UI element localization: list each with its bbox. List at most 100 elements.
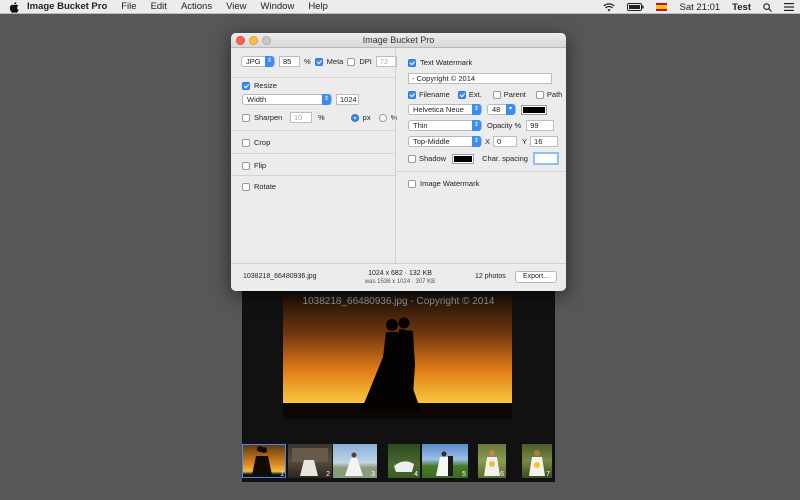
divider: [231, 153, 395, 154]
divider: [231, 77, 395, 78]
text-watermark-checkbox[interactable]: [408, 58, 416, 67]
px-radio-label: px: [362, 113, 371, 122]
quality-field[interactable]: 85: [279, 56, 300, 67]
preview-photo: [283, 295, 512, 419]
list-icon[interactable]: [784, 3, 794, 11]
dpi-checkbox[interactable]: [347, 57, 356, 66]
opacity-field[interactable]: 99: [526, 120, 555, 131]
main-window: Image Bucket Pro JPG ⇕ 85 % Meta DPI 72 R…: [231, 33, 566, 291]
menu-help[interactable]: Help: [308, 1, 328, 12]
thumbnail-3[interactable]: 3: [333, 444, 377, 478]
ext-checkbox[interactable]: [457, 90, 466, 99]
battery-icon[interactable]: [627, 3, 644, 11]
chevron-updown-icon: ⇕: [322, 94, 331, 105]
output-dimensions: 1024 x 682 · 132 KB: [368, 270, 432, 277]
opacity-label: Opacity %: [487, 121, 522, 130]
wifi-icon[interactable]: [603, 2, 616, 12]
user-name[interactable]: Test: [732, 2, 751, 13]
menu-actions[interactable]: Actions: [181, 1, 212, 12]
y-label: Y: [522, 137, 528, 146]
x-field[interactable]: 0: [493, 136, 518, 147]
ext-label: Ext.: [468, 90, 482, 99]
zoom-button[interactable]: [262, 36, 271, 45]
char-spacing-field[interactable]: [532, 152, 559, 165]
font-popup[interactable]: Helvetica Neue ⇕: [408, 104, 482, 115]
watermark-settings-panel: Text Watermark - Copyright © 2014 Filena…: [395, 49, 566, 263]
left-settings-panel: JPG ⇕ 85 % Meta DPI 72 Resize Width ⇕ 1024…: [231, 49, 397, 263]
current-filename: 1038218_66480936.jpg: [243, 273, 317, 280]
sharpen-unit-label: %: [318, 113, 325, 122]
chevron-updown-icon: ⇕: [265, 56, 274, 67]
parent-checkbox[interactable]: [492, 90, 501, 99]
image-preview: 1038218_66480936.jpg - Copyright © 2014 …: [242, 290, 555, 482]
percent-radio[interactable]: [378, 113, 387, 122]
menu-window[interactable]: Window: [261, 1, 295, 12]
sharpen-checkbox[interactable]: [242, 113, 250, 122]
title-bar[interactable]: Image Bucket Pro: [231, 33, 566, 48]
position-popup[interactable]: Top-Middle ⇕: [408, 136, 482, 147]
thumbnail-1[interactable]: 1: [242, 444, 286, 478]
watermark-text-field[interactable]: - Copyright © 2014: [408, 73, 552, 84]
flip-label: Flip: [254, 161, 267, 170]
thumbnail-strip: 1 2 3 4 5 6 7: [242, 444, 555, 478]
photo-count: 12 photos: [475, 273, 506, 280]
image-watermark-label: Image Watermark: [420, 179, 480, 188]
filename-label: Filename: [419, 90, 450, 99]
thumbnail-5[interactable]: 5: [422, 444, 468, 478]
flip-checkbox[interactable]: [242, 161, 250, 170]
format-popup[interactable]: JPG ⇕: [241, 56, 275, 67]
meta-checkbox[interactable]: [314, 57, 323, 66]
char-spacing-label: Char. spacing: [482, 154, 528, 163]
flag-icon[interactable]: [656, 3, 668, 11]
chevron-updown-icon: ⇕: [472, 104, 481, 115]
minimize-button[interactable]: [249, 36, 258, 45]
sharpen-field[interactable]: 10: [290, 112, 312, 123]
rotate-checkbox[interactable]: [242, 182, 250, 191]
shadow-label: Shadow: [419, 154, 447, 163]
window-title: Image Bucket Pro: [362, 35, 435, 45]
menu-edit[interactable]: Edit: [151, 1, 167, 12]
shadow-color-swatch[interactable]: [452, 153, 475, 164]
search-icon[interactable]: [763, 2, 772, 12]
menu-file[interactable]: File: [121, 1, 136, 12]
font-size-combo[interactable]: 48 ▾: [487, 104, 516, 115]
thumbnail-2[interactable]: 2: [288, 444, 332, 478]
filename-checkbox[interactable]: [408, 90, 416, 99]
crop-checkbox[interactable]: [242, 138, 250, 147]
divider: [231, 175, 395, 176]
image-watermark-checkbox[interactable]: [408, 179, 416, 188]
thumbnail-6[interactable]: 6: [478, 444, 506, 478]
divider: [396, 171, 566, 172]
menu-bar: Image Bucket Pro File Edit Actions View …: [0, 0, 800, 14]
parent-label: Parent: [503, 90, 526, 99]
text-color-swatch[interactable]: [521, 104, 547, 115]
thumbnail-7[interactable]: 7: [522, 444, 552, 478]
resize-label: Resize: [254, 81, 277, 90]
text-watermark-label: Text Watermark: [420, 58, 473, 67]
chevron-updown-icon: ⇕: [472, 136, 481, 147]
preview-watermark-text: 1038218_66480936.jpg - Copyright © 2014: [302, 296, 495, 307]
y-field[interactable]: 16: [530, 136, 559, 147]
resize-value-field[interactable]: 1024: [336, 94, 359, 105]
shadow-checkbox[interactable]: [408, 154, 416, 163]
clock-text[interactable]: Sat 21:01: [679, 2, 720, 13]
path-label: Path: [546, 90, 563, 99]
resize-mode-popup[interactable]: Width ⇕: [242, 94, 332, 105]
crop-label: Crop: [254, 138, 271, 147]
menu-view[interactable]: View: [226, 1, 246, 12]
resize-checkbox[interactable]: [242, 81, 250, 90]
thumbnail-4[interactable]: 4: [388, 444, 420, 478]
sharpen-label: Sharpen: [254, 113, 283, 122]
dpi-label: DPI: [359, 57, 372, 66]
path-checkbox[interactable]: [535, 90, 544, 99]
status-bar: 1038218_66480936.jpg 1024 x 682 · 132 KB…: [231, 263, 566, 291]
close-button[interactable]: [236, 36, 245, 45]
chevron-down-icon: ▾: [506, 104, 515, 115]
app-name-menu[interactable]: Image Bucket Pro: [27, 1, 107, 12]
export-button[interactable]: Export...: [515, 271, 557, 283]
px-radio[interactable]: [350, 113, 359, 122]
dpi-field[interactable]: 72: [375, 56, 397, 67]
apple-icon[interactable]: [9, 1, 19, 13]
font-weight-popup[interactable]: Thin ⇕: [408, 120, 482, 131]
divider: [231, 130, 395, 131]
